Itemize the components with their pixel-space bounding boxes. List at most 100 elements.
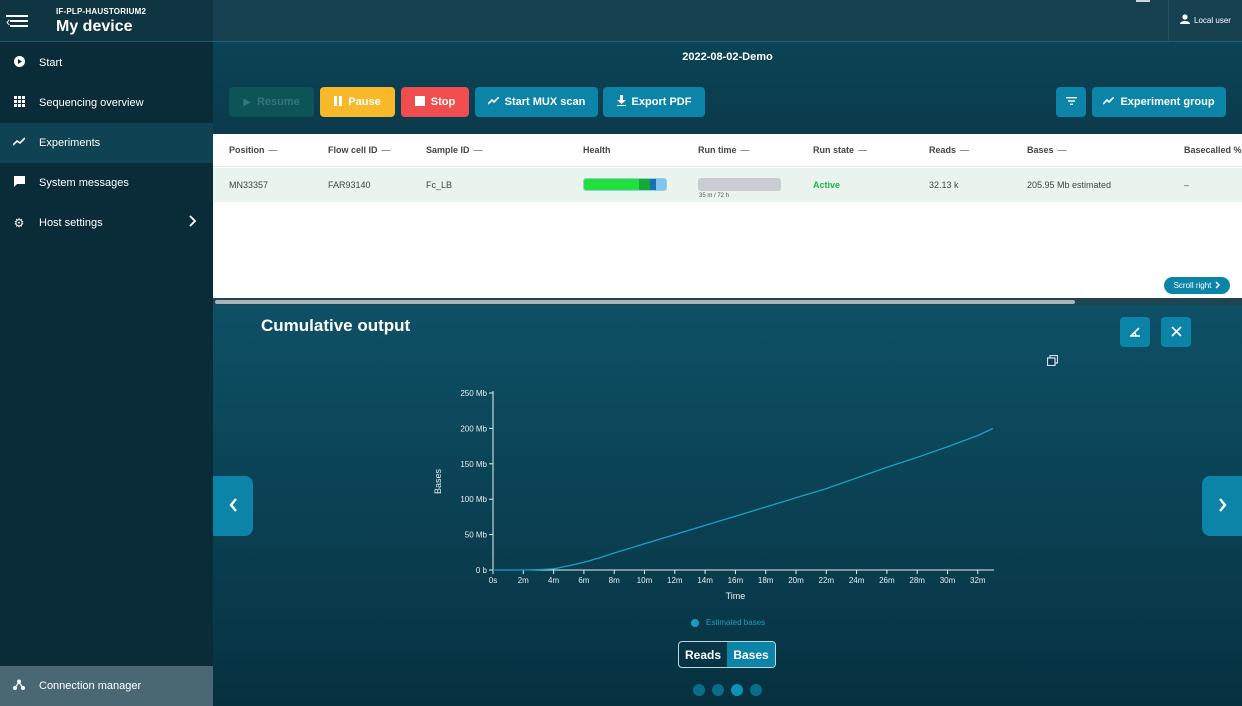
column-header-basecalled[interactable]: Basecalled % bbox=[1184, 145, 1242, 155]
y-tick-label: 50 Mb bbox=[465, 531, 488, 540]
y-tick-label: 100 Mb bbox=[460, 495, 487, 504]
connection-manager-label: Connection manager bbox=[39, 680, 142, 692]
pager-dot[interactable] bbox=[750, 684, 762, 696]
column-header-reads[interactable]: Reads — bbox=[929, 145, 969, 155]
x-tick-label: 22m bbox=[819, 576, 835, 585]
health-segment bbox=[584, 179, 639, 190]
sort-dash-icon: — bbox=[268, 145, 278, 155]
resume-label: Resume bbox=[256, 96, 300, 108]
message-icon bbox=[12, 176, 26, 190]
scroll-right-button[interactable]: Scroll right bbox=[1164, 277, 1230, 294]
cell-position: MN33357 bbox=[229, 180, 269, 190]
table-header: Position — Flow cell ID — Sample ID — Healt… bbox=[213, 134, 1242, 167]
gear-icon: ⚙ bbox=[13, 216, 25, 230]
top-bar: Local user bbox=[213, 0, 1242, 42]
resume-button[interactable]: ▶ Resume bbox=[229, 87, 314, 117]
sidebar-item-experiments[interactable]: Experiments bbox=[0, 123, 213, 163]
cell-bases: 205.95 Mb estimated bbox=[1027, 180, 1112, 190]
line-chart-icon bbox=[1102, 95, 1116, 108]
cell-basecalled: – bbox=[1184, 180, 1190, 190]
column-header-sample-id[interactable]: Sample ID — bbox=[426, 145, 483, 155]
column-header-label: Health bbox=[583, 145, 611, 155]
pager-dot[interactable] bbox=[693, 684, 705, 696]
column-header-label: Sample ID bbox=[426, 145, 470, 155]
bases-toggle-option[interactable]: Bases bbox=[727, 642, 775, 667]
network-icon bbox=[12, 679, 26, 693]
sort-dash-icon: — bbox=[858, 145, 868, 155]
sidebar-item-label: Experiments bbox=[39, 137, 101, 149]
x-tick-label: 16m bbox=[728, 576, 744, 585]
y-tick-label: 0 b bbox=[476, 566, 488, 575]
column-header-label: Run time bbox=[698, 145, 737, 155]
sidebar-item-label: System messages bbox=[39, 177, 129, 189]
sidebar-item-start[interactable]: Start bbox=[0, 43, 213, 83]
start-mux-scan-button[interactable]: Start MUX scan bbox=[475, 87, 598, 117]
series-line-estimated-bases bbox=[493, 427, 994, 571]
sort-dash-icon: — bbox=[960, 145, 970, 155]
x-tick-label: 12m bbox=[667, 576, 683, 585]
next-chart-button[interactable] bbox=[1202, 476, 1242, 536]
x-tick-label: 0s bbox=[489, 576, 497, 585]
column-header-position[interactable]: Position — bbox=[229, 145, 278, 155]
y-tick-label: 250 Mb bbox=[460, 389, 487, 398]
column-header-flow-cell-id[interactable]: Flow cell ID — bbox=[328, 145, 391, 155]
column-header-label: Reads bbox=[929, 145, 957, 155]
column-header-label: Bases bbox=[1027, 145, 1054, 155]
column-header-label: Run state bbox=[813, 145, 855, 155]
chevron-right-icon bbox=[1218, 496, 1227, 517]
sort-dash-icon: — bbox=[1057, 145, 1067, 155]
experiment-name: 2022-08-02-Demo bbox=[682, 51, 773, 63]
export-pdf-button[interactable]: Export PDF bbox=[603, 87, 705, 117]
x-tick-label: 2m bbox=[518, 576, 529, 585]
play-icon: ▶ bbox=[243, 96, 251, 108]
pager-dot[interactable] bbox=[712, 684, 724, 696]
table-row[interactable]: MN33357 FAR93140 Fc_LB 35 m / 72 h Activ… bbox=[213, 168, 1242, 202]
sidebar-item-label: Sequencing overview bbox=[39, 97, 144, 109]
sidebar-item-sequencing-overview[interactable]: Sequencing overview bbox=[0, 83, 213, 123]
health-segment bbox=[656, 179, 666, 190]
previous-chart-button[interactable] bbox=[213, 476, 253, 536]
sidebar-item-connection-manager[interactable]: Connection manager bbox=[0, 666, 213, 706]
column-header-bases[interactable]: Bases — bbox=[1027, 145, 1067, 155]
chart-panel: Cumulative output 0 b 50 Mb 100 Mb 150 Mb 20… bbox=[213, 305, 1242, 706]
sidebar-item-system-messages[interactable]: System messages bbox=[0, 163, 213, 203]
x-tick-label: 18m bbox=[758, 576, 774, 585]
chart-legend[interactable]: Estimated bases bbox=[691, 618, 765, 627]
sort-dash-icon: — bbox=[381, 145, 391, 155]
sort-dash-icon: — bbox=[473, 145, 483, 155]
scrollbar-thumb[interactable] bbox=[215, 300, 1075, 304]
y-tick-label: 150 Mb bbox=[460, 460, 487, 469]
x-tick-label: 32m bbox=[970, 576, 986, 585]
x-tick-label: 20m bbox=[788, 576, 804, 585]
x-tick-label: 30m bbox=[940, 576, 956, 585]
column-header-label: Flow cell ID bbox=[328, 145, 378, 155]
sidebar-item-label: Start bbox=[39, 57, 63, 69]
stop-icon bbox=[414, 95, 425, 109]
user-menu[interactable]: Local user bbox=[1168, 0, 1242, 41]
reads-toggle-option[interactable]: Reads bbox=[679, 642, 727, 667]
stop-button[interactable]: Stop bbox=[401, 87, 469, 117]
pause-button[interactable]: Pause bbox=[320, 87, 395, 117]
health-bar bbox=[583, 178, 667, 191]
sidebar: ‹ IF-PLP-HAUSTORIUM2 My device Start Seq… bbox=[0, 0, 213, 706]
filter-button[interactable] bbox=[1056, 87, 1086, 117]
x-tick-label: 8m bbox=[609, 576, 620, 585]
menu-collapse-icon[interactable]: ‹ bbox=[6, 12, 28, 30]
pause-icon bbox=[334, 95, 343, 109]
experiment-group-button[interactable]: Experiment group bbox=[1092, 87, 1226, 117]
sort-dash-icon: — bbox=[740, 145, 750, 155]
cell-run-state: Active bbox=[813, 180, 841, 190]
column-header-label: Position bbox=[229, 145, 265, 155]
sidebar-item-host-settings[interactable]: ⚙ Host settings bbox=[0, 203, 213, 243]
chart-pager bbox=[693, 684, 769, 696]
x-tick-label: 10m bbox=[637, 576, 653, 585]
column-header-run-state[interactable]: Run state — bbox=[813, 145, 867, 155]
user-label: Local user bbox=[1194, 16, 1231, 25]
column-header-health: Health bbox=[583, 145, 611, 155]
column-header-run-time[interactable]: Run time — bbox=[698, 145, 750, 155]
scroll-right-label: Scroll right bbox=[1173, 281, 1212, 290]
table-scrollbar[interactable] bbox=[213, 298, 1242, 305]
legend-label: Estimated bases bbox=[706, 618, 766, 627]
x-tick-label: 24m bbox=[849, 576, 865, 585]
pager-dot-active[interactable] bbox=[731, 684, 743, 696]
